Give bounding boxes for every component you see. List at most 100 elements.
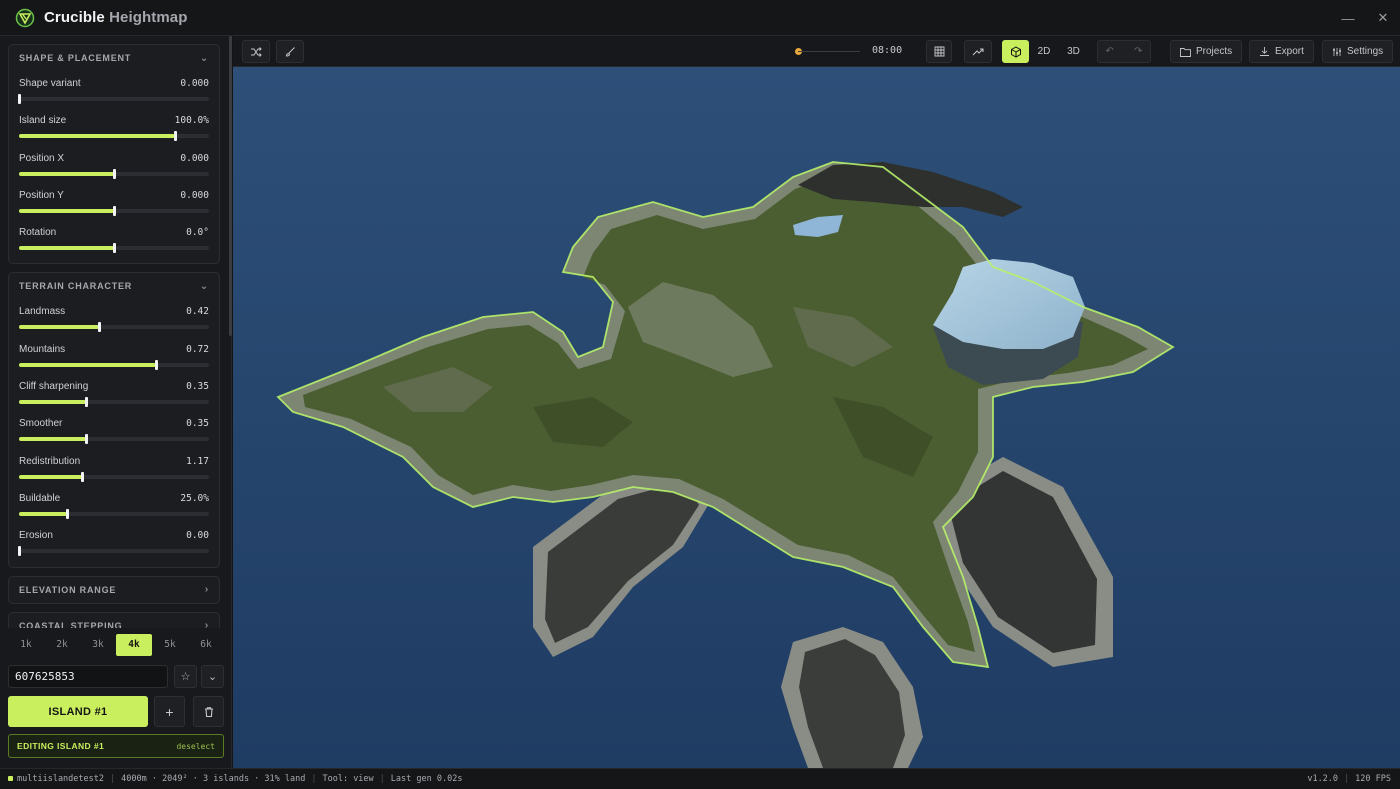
redo-icon[interactable]: ↷ [1134, 46, 1142, 57]
slider-thumb[interactable] [80, 471, 84, 482]
slider-label: Island size [19, 115, 67, 127]
slider-track[interactable] [19, 471, 209, 482]
slider-value: 100.0% [174, 115, 209, 127]
resolution-3k[interactable]: 3k [80, 634, 116, 656]
slider-track[interactable] [19, 131, 209, 142]
slider-thumb[interactable] [154, 359, 158, 370]
resolution-4k[interactable]: 4k [116, 634, 152, 656]
brush-tool-button[interactable] [276, 40, 304, 63]
slider-thumb[interactable] [113, 168, 116, 179]
slider-label: Rotation [19, 227, 57, 239]
section-shape-placement: SHAPE & PLACEMENT ⌄ Shape variant 0.000 Isla… [8, 44, 220, 265]
time-of-day-slider[interactable] [798, 51, 860, 52]
chevron-down-icon: ⌄ [207, 671, 218, 683]
view-2d-button[interactable]: 2D [1030, 40, 1058, 63]
app-title: Crucible Heightmap [44, 9, 188, 26]
section-coastal-stepping: COASTAL STEPPING › [8, 611, 220, 628]
slider-value: 0.000 [180, 78, 209, 89]
project-name: multiislandetest2 [17, 773, 104, 784]
close-button[interactable]: ✕ [1366, 0, 1400, 36]
terrain-3d-render[interactable] [233, 67, 1400, 768]
settings-button[interactable]: Settings [1322, 40, 1394, 63]
editing-island-banner: EDITING ISLAND #1 deselect [8, 734, 224, 758]
section-header[interactable]: ELEVATION RANGE › [9, 577, 219, 603]
settings-label: Settings [1347, 46, 1384, 57]
slider-thumb[interactable] [18, 546, 21, 557]
projects-button[interactable]: Projects [1170, 40, 1243, 63]
status-separator: | [1344, 774, 1350, 784]
section-header[interactable]: SHAPE & PLACEMENT ⌄ [9, 45, 219, 71]
section-title: COASTAL STEPPING [19, 620, 123, 628]
slider-label: Erosion [19, 530, 53, 542]
trend-up-icon [972, 48, 984, 55]
slider-track[interactable] [18, 94, 209, 104]
slider-fill [19, 246, 114, 251]
generate-tool-button[interactable] [242, 40, 270, 63]
slider-thumb[interactable] [173, 131, 177, 142]
slider-thumb[interactable] [113, 205, 116, 216]
cube-icon [1010, 45, 1021, 58]
slider-track[interactable] [19, 205, 209, 216]
slider-value: 0.35 [186, 381, 209, 393]
chevron-down-icon: ⌄ [199, 52, 209, 64]
slider-fill [19, 400, 86, 405]
slider-value: 25.0% [180, 492, 209, 504]
export-button[interactable]: Export [1249, 40, 1314, 63]
sliders-icon [1333, 47, 1341, 56]
slider-track[interactable] [19, 508, 209, 519]
viewport-toolbar: 08:00 2D 3D ↶ ↷ Projects Export Settings [233, 36, 1400, 67]
slider-track[interactable] [19, 434, 209, 445]
slider-fill [19, 511, 67, 516]
resolution-5k[interactable]: 5k [152, 634, 188, 656]
slider-label: Shape variant [19, 78, 81, 89]
slider-shape-variant: Shape variant 0.000 [9, 73, 219, 110]
slider-track[interactable] [19, 168, 209, 179]
section-terrain-character: TERRAIN CHARACTER ⌄ Landmass 0.42 Mountains 0… [8, 272, 220, 568]
deselect-link[interactable]: deselect [176, 742, 215, 751]
resolution-2k[interactable]: 2k [44, 634, 80, 656]
add-island-button[interactable]: + [154, 696, 185, 727]
seed-dropdown-button[interactable]: ⌄ [201, 665, 224, 688]
chevron-down-icon: ⌄ [199, 280, 209, 292]
time-of-day-value: 08:00 [872, 45, 903, 56]
favorite-seed-button[interactable]: ☆ [174, 665, 197, 688]
status-bar: multiislandetest2 | 4000m · 2049² · 3 is… [0, 768, 1400, 788]
slider-track[interactable] [19, 243, 209, 254]
terrain-viewport[interactable] [233, 67, 1400, 768]
resolution-6k[interactable]: 6k [188, 634, 224, 656]
cube-view-button[interactable] [1002, 40, 1029, 63]
slider-thumb[interactable] [84, 434, 88, 445]
slider-thumb[interactable] [65, 508, 69, 519]
slider-fill [19, 134, 175, 139]
section-header[interactable]: TERRAIN CHARACTER ⌄ [9, 273, 219, 299]
slider-track[interactable] [18, 546, 209, 557]
crucible-logo-icon [15, 8, 35, 27]
slider-track[interactable] [19, 397, 209, 408]
slider-thumb[interactable] [113, 243, 116, 254]
slider-fill [19, 362, 156, 367]
resolution-1k[interactable]: 1k [8, 634, 44, 656]
world-info: 4000m · 2049² · 3 islands · 31% land [121, 773, 306, 784]
slider-track[interactable] [19, 359, 209, 370]
parameter-panel[interactable]: SHAPE & PLACEMENT ⌄ Shape variant 0.000 Isla… [0, 36, 232, 628]
slider-label: Mountains [19, 343, 66, 355]
section-header[interactable]: COASTAL STEPPING › [9, 613, 219, 628]
minimize-button[interactable]: — [1331, 0, 1365, 36]
title-bar: Crucible Heightmap — ✕ [0, 0, 1400, 36]
status-separator: | [379, 773, 385, 784]
grid-toggle-button[interactable] [926, 40, 952, 63]
slider-thumb[interactable] [97, 322, 101, 333]
slider-thumb[interactable] [18, 94, 21, 104]
view-3d-button[interactable]: 3D [1059, 40, 1088, 63]
profile-view-button[interactable] [964, 40, 992, 63]
undo-icon[interactable]: ↶ [1106, 46, 1114, 57]
sidebar-scrollbar[interactable] [229, 36, 232, 336]
slider-track[interactable] [19, 322, 209, 333]
island-select-button[interactable]: ISLAND #1 [8, 696, 148, 727]
app-title-sub: Heightmap [109, 9, 188, 26]
seed-input[interactable]: 607625853 [8, 665, 168, 688]
slider-thumb[interactable] [84, 397, 88, 408]
slider-label: Cliff sharpening [19, 381, 89, 393]
delete-island-button[interactable] [193, 696, 224, 727]
slider-landmass: Landmass 0.42 [9, 301, 219, 338]
